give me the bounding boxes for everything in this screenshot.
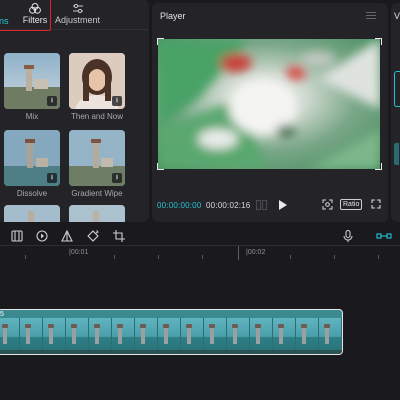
effect-card-dissolve[interactable]: ⭳ Dissolve bbox=[4, 130, 60, 198]
clip-frame bbox=[66, 318, 89, 352]
clip-frame bbox=[181, 318, 204, 352]
ruler-tick bbox=[378, 255, 379, 259]
clip-frame bbox=[319, 318, 342, 352]
menu-icon[interactable] bbox=[366, 12, 376, 19]
clip-frame bbox=[158, 318, 181, 352]
player-panel: Player 00:00:00:00 00:00:02:16 Ratio bbox=[152, 3, 388, 222]
option-swatch[interactable] bbox=[394, 143, 399, 165]
clip-frame bbox=[227, 318, 250, 352]
tab-transitions-label: ons bbox=[0, 16, 9, 26]
effect-card[interactable] bbox=[4, 205, 60, 222]
fullscreen-icon[interactable] bbox=[371, 199, 381, 209]
timeline-ruler[interactable]: |00:01 |00:02 bbox=[0, 246, 400, 260]
play-icon[interactable] bbox=[278, 199, 288, 211]
rotate-icon[interactable] bbox=[86, 229, 100, 243]
download-icon[interactable]: ⭳ bbox=[112, 173, 122, 183]
clip-frame bbox=[135, 318, 158, 352]
effect-thumbnail: ⭳ bbox=[4, 53, 60, 109]
clip-frame bbox=[0, 318, 20, 352]
frame-step-icon[interactable] bbox=[256, 200, 267, 210]
effect-card-mix[interactable]: ⭳ Mix bbox=[4, 53, 60, 121]
tab-adjustment-label: Adjustment bbox=[54, 15, 101, 25]
ruler-tick bbox=[202, 255, 203, 259]
clip-frame bbox=[273, 318, 296, 352]
adjustment-icon bbox=[72, 3, 83, 14]
crop-corner bbox=[375, 38, 382, 45]
tab-adjustment[interactable]: Adjustment bbox=[55, 3, 100, 29]
clip-frame bbox=[250, 318, 273, 352]
download-icon[interactable]: ⭳ bbox=[47, 96, 57, 106]
ratio-button[interactable]: Ratio bbox=[340, 199, 363, 210]
effect-thumbnail: ⭳ bbox=[69, 53, 125, 109]
effect-thumbnail: ⭳ bbox=[4, 130, 60, 186]
selected-option[interactable] bbox=[394, 71, 400, 107]
tab-transitions[interactable]: ons bbox=[0, 3, 14, 29]
effect-name: Mix bbox=[25, 112, 39, 121]
ruler-tick bbox=[25, 255, 26, 259]
crop-corner bbox=[157, 38, 164, 45]
clip-frame bbox=[296, 318, 319, 352]
ruler-tick bbox=[334, 255, 335, 259]
timeline-toolbar bbox=[0, 226, 400, 246]
effects-panel: ons Filters Adjustment bbox=[0, 0, 149, 222]
ruler-tick bbox=[290, 255, 291, 259]
clip-frame bbox=[20, 318, 43, 352]
filters-icon bbox=[29, 3, 41, 14]
link-icon[interactable] bbox=[376, 229, 392, 243]
tab-filters-label: Filters bbox=[22, 15, 48, 25]
split-icon[interactable] bbox=[10, 229, 24, 243]
effect-name: Then and Now bbox=[70, 112, 124, 121]
download-icon[interactable]: ⭳ bbox=[112, 96, 122, 106]
clip-audio-strip bbox=[0, 350, 342, 354]
effect-card-gradient-wipe[interactable]: ⭳ Gradient Wipe bbox=[69, 130, 125, 198]
effect-thumbnail: ⭳ bbox=[69, 130, 125, 186]
effect-card-then-and-now[interactable]: ⭳ Then and Now bbox=[69, 53, 125, 121]
ruler-divider bbox=[238, 246, 239, 260]
clip-label: 5 bbox=[0, 311, 4, 318]
crop-corner bbox=[375, 163, 382, 170]
effect-thumbnail bbox=[69, 205, 125, 222]
download-icon[interactable]: ⭳ bbox=[47, 173, 57, 183]
clip-frame bbox=[43, 318, 66, 352]
video-preview[interactable] bbox=[158, 39, 380, 169]
tab-filters[interactable]: Filters bbox=[20, 3, 50, 29]
properties-panel-title: V bbox=[394, 11, 400, 21]
ruler-mark: |00:01 bbox=[69, 249, 89, 256]
clip-frames bbox=[0, 318, 342, 352]
fit-screen-icon[interactable] bbox=[322, 199, 333, 210]
properties-panel: V bbox=[391, 3, 400, 222]
player-title: Player bbox=[160, 11, 186, 21]
total-duration: 00:00:02:16 bbox=[206, 201, 251, 210]
current-time: 00:00:00:00 bbox=[157, 201, 202, 210]
mirror-icon[interactable] bbox=[60, 229, 74, 243]
crop-corner bbox=[157, 163, 164, 170]
video-clip[interactable]: 5 bbox=[0, 309, 343, 355]
microphone-icon[interactable] bbox=[341, 229, 355, 243]
effect-card[interactable] bbox=[69, 205, 125, 222]
ruler-tick bbox=[114, 255, 115, 259]
effects-tab-bar: ons Filters Adjustment bbox=[0, 0, 149, 31]
effect-name: Gradient Wipe bbox=[71, 189, 123, 198]
ruler-mark: |00:02 bbox=[246, 249, 266, 256]
ruler-tick bbox=[158, 255, 159, 259]
clip-frame bbox=[89, 318, 112, 352]
freeze-icon[interactable] bbox=[35, 229, 49, 243]
clip-frame bbox=[112, 318, 135, 352]
effect-thumbnail bbox=[4, 205, 60, 222]
effect-name: Dissolve bbox=[16, 189, 48, 198]
crop-icon[interactable] bbox=[112, 229, 126, 243]
clip-frame bbox=[204, 318, 227, 352]
